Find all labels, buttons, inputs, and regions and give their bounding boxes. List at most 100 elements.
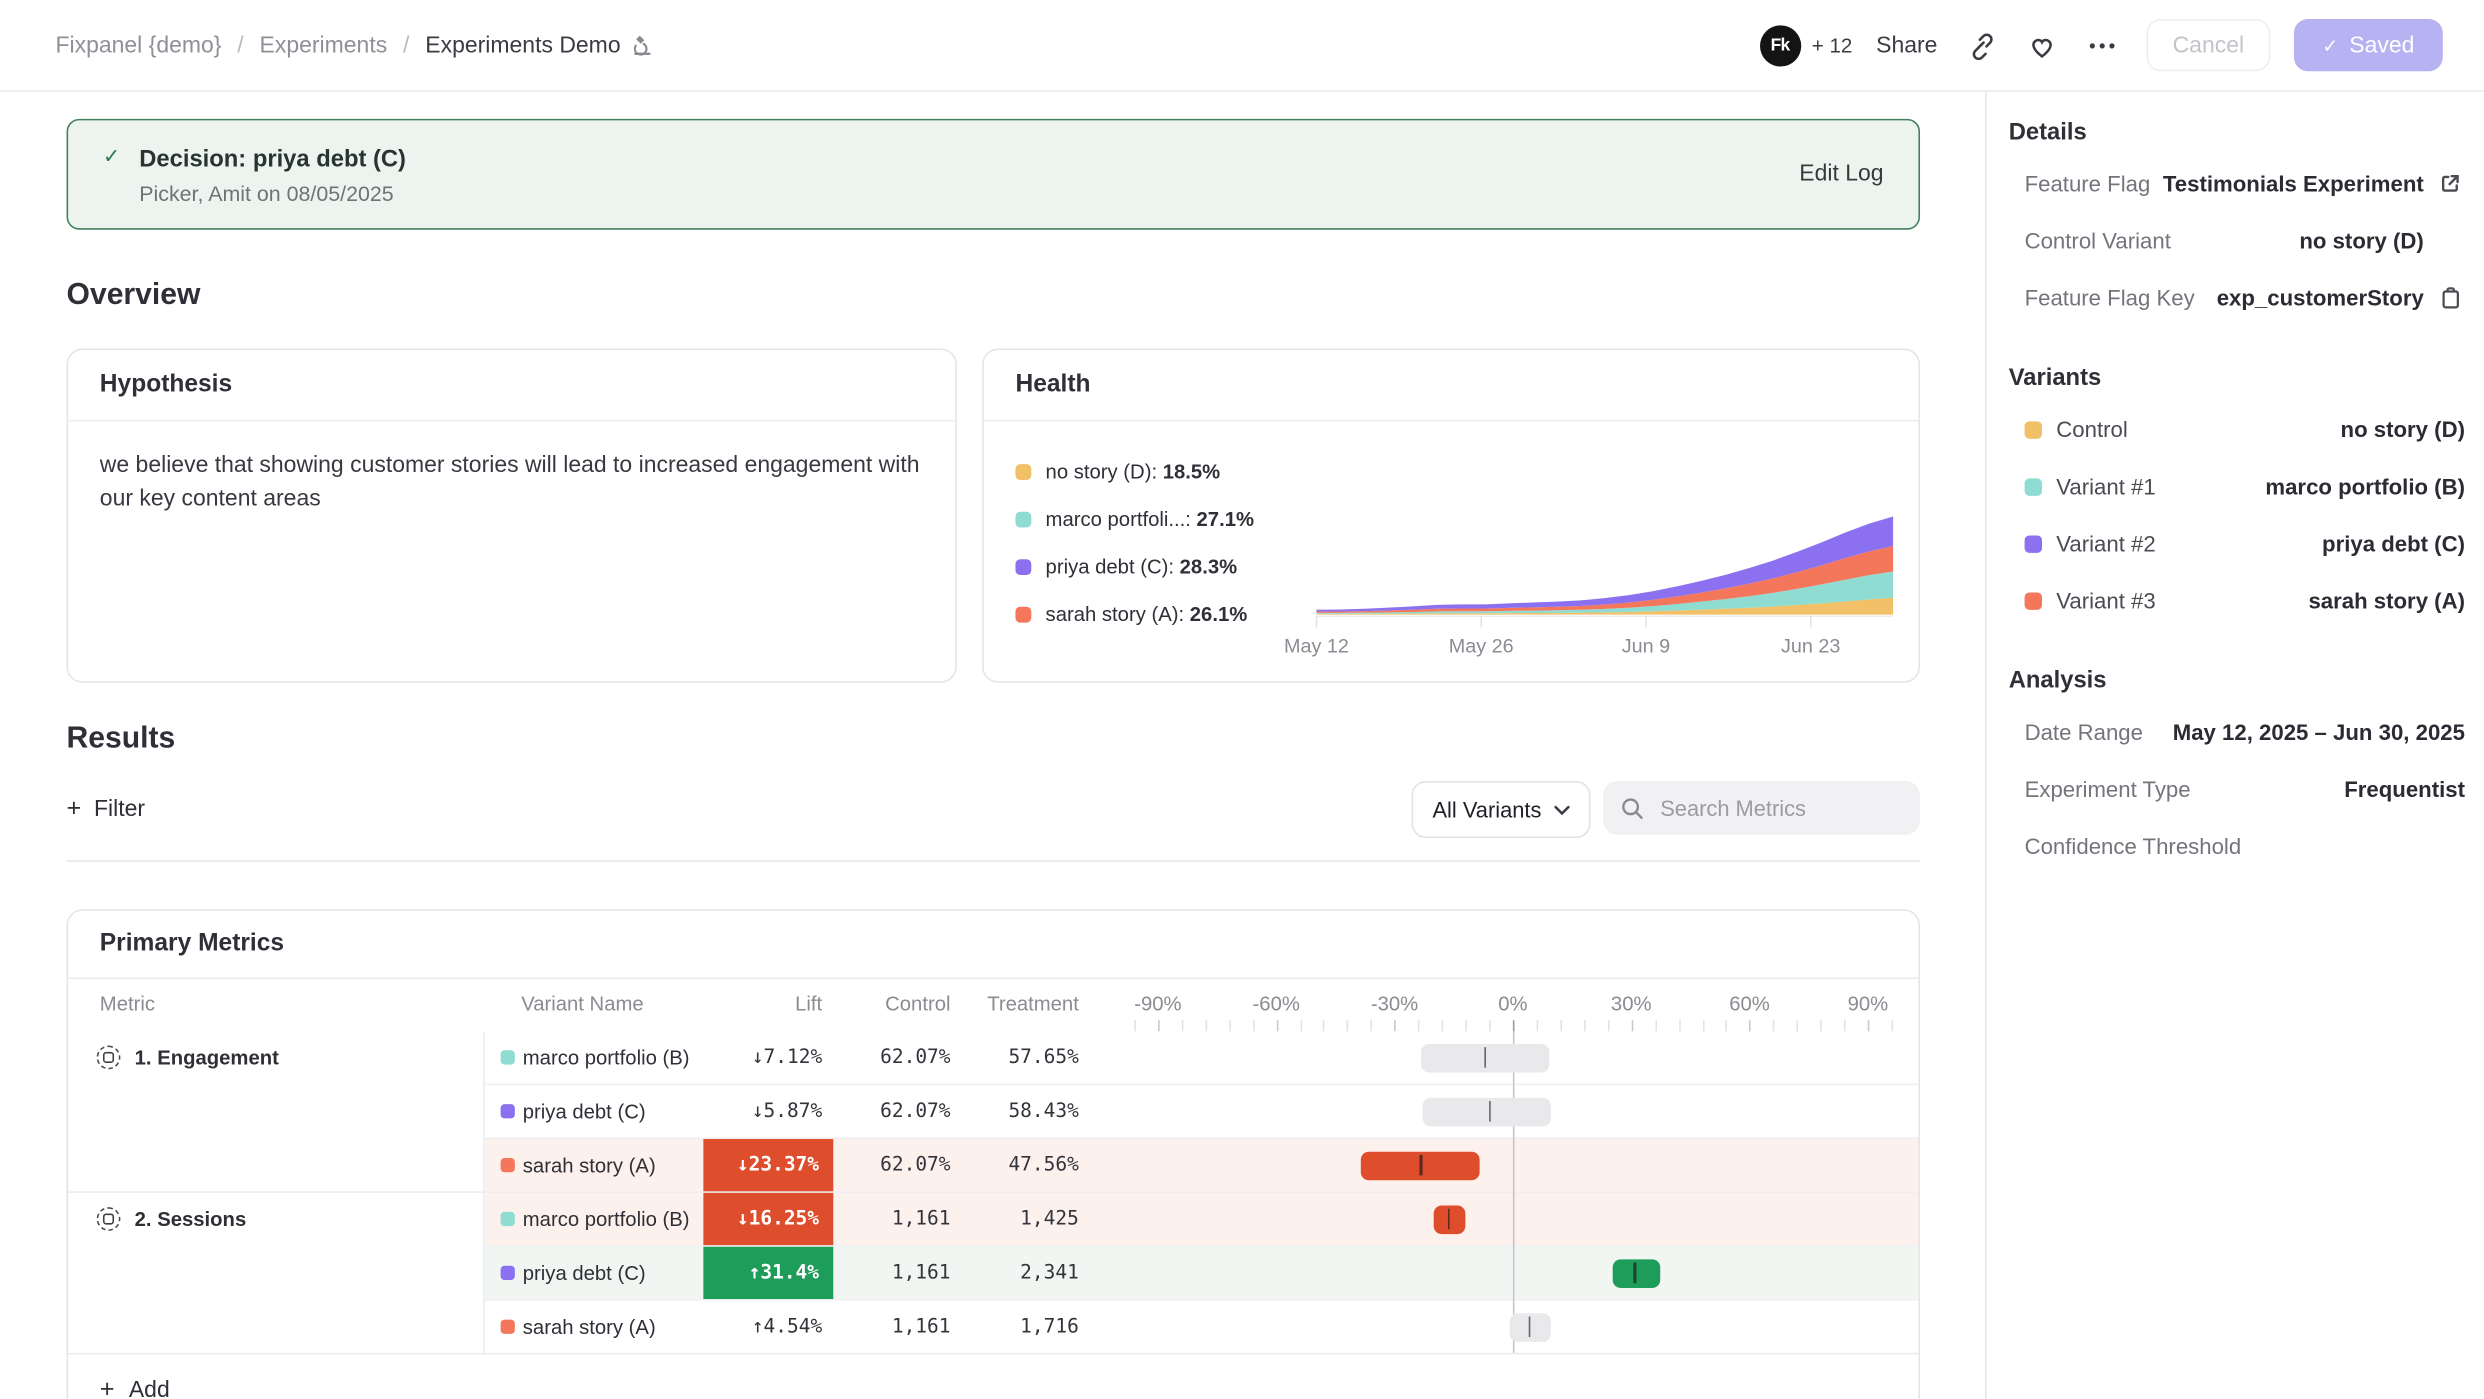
variants-section: Variants Control no story (D) Variant #1… bbox=[2009, 364, 2465, 629]
add-filter-button[interactable]: + Filter bbox=[67, 797, 146, 822]
variant-color-swatch bbox=[2025, 478, 2042, 495]
axis-tick bbox=[1158, 1020, 1160, 1031]
metric-name[interactable]: 2. Sessions bbox=[135, 1207, 247, 1231]
details-heading: Details bbox=[2009, 119, 2465, 146]
axis-tick bbox=[1537, 1020, 1539, 1031]
breadcrumb-item-project[interactable]: Fixpanel {demo} bbox=[55, 32, 221, 57]
axis-label: -60% bbox=[1229, 992, 1324, 1016]
table-row[interactable]: marco portfolio (B)↓16.25%1,1611,425 bbox=[485, 1193, 1919, 1245]
lift-value-chip: ↓23.37% bbox=[703, 1139, 833, 1191]
axis-label: -30% bbox=[1347, 992, 1442, 1016]
axis-tick bbox=[1466, 1020, 1468, 1031]
variant-row-3: Variant #3 sarah story (A) bbox=[2009, 572, 2465, 629]
axis-tick bbox=[1797, 1020, 1799, 1031]
health-legend-item[interactable]: priya debt (C): 28.3% bbox=[1015, 551, 1276, 581]
axis-label: 0% bbox=[1465, 992, 1560, 1016]
add-metric-button[interactable]: + Add bbox=[68, 1353, 1918, 1399]
legend-value: 26.1% bbox=[1190, 602, 1248, 626]
share-button[interactable]: Share bbox=[1876, 32, 1937, 57]
lift-mean-marker bbox=[1420, 1155, 1422, 1176]
axis-tick bbox=[1229, 1020, 1231, 1031]
primary-metrics-card: Primary Metrics MetricVariant NameLiftCo… bbox=[67, 909, 1920, 1399]
lift-mean-marker bbox=[1489, 1101, 1491, 1122]
axis-tick bbox=[1182, 1020, 1184, 1031]
legend-value: 27.1% bbox=[1197, 507, 1255, 531]
lift-mean-marker bbox=[1529, 1316, 1531, 1337]
results-toolbar: + Filter All Variants bbox=[67, 783, 1920, 837]
lift-value: ↓5.87% bbox=[611, 1085, 822, 1137]
legend-color-swatch bbox=[1015, 606, 1031, 622]
saved-button[interactable]: ✓ Saved bbox=[2294, 19, 2443, 71]
variant-name: marco portfolio (B) bbox=[523, 1193, 690, 1245]
breadcrumb-item-experiments[interactable]: Experiments bbox=[260, 32, 388, 57]
metric-search bbox=[1603, 781, 1920, 835]
metric-group: 1. Engagement marco portfolio (B)↓7.12%62… bbox=[68, 1031, 1918, 1191]
details-section: Details Feature Flag Testimonials Experi… bbox=[2009, 119, 2465, 327]
health-legend-item[interactable]: sarah story (A): 26.1% bbox=[1015, 599, 1276, 629]
axis-tick bbox=[1442, 1020, 1444, 1031]
axis-tick bbox=[1300, 1020, 1302, 1031]
axis-tick bbox=[1773, 1020, 1775, 1031]
check-icon: ✓ bbox=[2322, 34, 2338, 56]
table-row[interactable]: sarah story (A)↓23.37%62.07%47.56% bbox=[485, 1137, 1919, 1191]
avatar-overflow-count[interactable]: + 12 bbox=[1812, 33, 1853, 57]
hypothesis-title: Hypothesis bbox=[68, 350, 955, 421]
health-legend-item[interactable]: no story (D): 18.5% bbox=[1015, 456, 1276, 486]
table-row[interactable]: sarah story (A)↑4.54%1,1611,716 bbox=[485, 1299, 1919, 1353]
axis-tick bbox=[1821, 1020, 1823, 1031]
analysis-section: Analysis Date Range May 12, 2025 – Jun 3… bbox=[2009, 667, 2465, 875]
table-row[interactable]: marco portfolio (B)↓7.12%62.07%57.65% bbox=[485, 1031, 1919, 1083]
variants-heading: Variants bbox=[2009, 364, 2465, 391]
legend-color-swatch bbox=[1015, 558, 1031, 574]
axis-tick bbox=[1324, 1020, 1326, 1031]
axis-label: 60% bbox=[1702, 992, 1797, 1016]
cancel-button[interactable]: Cancel bbox=[2147, 19, 2271, 71]
table-row[interactable]: priya debt (C)↑31.4%1,1612,341 bbox=[485, 1245, 1919, 1299]
results-divider bbox=[67, 860, 1920, 862]
axis-tick bbox=[1868, 1020, 1870, 1031]
lift-value-chip: ↑31.4% bbox=[703, 1247, 833, 1299]
more-options-button[interactable]: ••• bbox=[2085, 26, 2123, 64]
metric-group: 2. Sessions marco portfolio (B)↓16.25%1,1… bbox=[68, 1191, 1918, 1353]
search-input[interactable] bbox=[1657, 794, 1901, 821]
x-axis-tick-label: May 12 bbox=[1285, 636, 1349, 658]
metric-cell: 2. Sessions bbox=[68, 1193, 485, 1353]
external-link-icon[interactable] bbox=[2438, 172, 2462, 196]
copy-link-icon[interactable] bbox=[1961, 26, 1999, 64]
favorite-heart-icon[interactable] bbox=[2023, 26, 2061, 64]
axis-tick bbox=[1655, 1020, 1657, 1031]
variant-row-control: Control no story (D) bbox=[2009, 401, 2465, 458]
page: Fixpanel {demo} / Experiments / Experime… bbox=[0, 0, 2484, 1399]
edit-log-button[interactable]: Edit Log bbox=[1799, 162, 1883, 187]
lift-mean-marker bbox=[1484, 1047, 1486, 1068]
axis-tick bbox=[1560, 1020, 1562, 1031]
metric-name[interactable]: 1. Engagement bbox=[135, 1046, 279, 1070]
page-title: Experiments Demo bbox=[425, 32, 620, 57]
copy-icon[interactable] bbox=[2440, 286, 2462, 310]
table-row[interactable]: priya debt (C)↓5.87%62.07%58.43% bbox=[485, 1084, 1919, 1138]
axis-tick bbox=[1205, 1020, 1207, 1031]
treatment-value: 47.56% bbox=[928, 1139, 1078, 1191]
confidence-interval-bar[interactable] bbox=[1423, 1097, 1551, 1126]
details-sidebar: Details Feature Flag Testimonials Experi… bbox=[1985, 92, 2484, 1399]
axis-tick bbox=[1276, 1020, 1278, 1031]
health-legend-item[interactable]: marco portfoli...: 27.1% bbox=[1015, 504, 1276, 534]
axis-tick bbox=[1347, 1020, 1349, 1031]
lift-mean-marker bbox=[1634, 1263, 1636, 1284]
confidence-threshold-row: Confidence Threshold bbox=[2009, 817, 2465, 874]
main-content: ✓ Decision: priya debt (C) Picker, Amit … bbox=[0, 92, 1985, 1399]
plus-icon: + bbox=[67, 797, 82, 822]
top-actions: Fk + 12 Share ••• Cancel ✓ Saved bbox=[1759, 19, 2442, 71]
legend-label: priya debt (C): 28.3% bbox=[1046, 554, 1238, 578]
axis-tick bbox=[1892, 1020, 1894, 1031]
variant-row-1: Variant #1 marco portfolio (B) bbox=[2009, 458, 2465, 515]
hypothesis-card: Hypothesis we believe that showing custo… bbox=[67, 349, 957, 683]
health-stacked-area-chart: May 12May 26Jun 9Jun 23 bbox=[1285, 428, 1919, 678]
x-axis-tick-label: Jun 9 bbox=[1622, 636, 1670, 658]
variant-filter-dropdown[interactable]: All Variants bbox=[1412, 781, 1591, 838]
variant-color-swatch bbox=[2025, 535, 2042, 552]
results-heading: Results bbox=[67, 722, 1920, 757]
variant-color-swatch bbox=[501, 1320, 515, 1334]
breadcrumb-item-current: Experiments Demo bbox=[425, 32, 654, 57]
avatar[interactable]: Fk bbox=[1759, 25, 1800, 66]
